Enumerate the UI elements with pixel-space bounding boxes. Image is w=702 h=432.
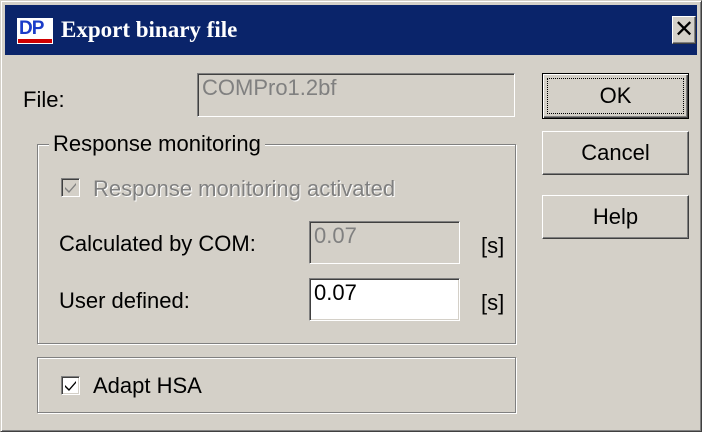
app-icon-label: DP: [19, 18, 44, 39]
checkmark-icon: [65, 381, 76, 391]
adapt-hsa-label: Adapt HSA: [93, 373, 202, 398]
cancel-button[interactable]: Cancel: [542, 131, 689, 175]
ok-button-label: OK: [599, 83, 632, 108]
adapt-hsa-checkbox[interactable]: [61, 376, 80, 395]
export-binary-file-dialog: DP Export binary file ✕ File: COMPro1.2b…: [0, 0, 702, 432]
response-monitoring-group-title: Response monitoring: [49, 131, 265, 157]
calculated-by-com-field: 0.07: [309, 221, 460, 264]
cancel-button-label: Cancel: [581, 140, 650, 165]
user-defined-label: User defined:: [59, 288, 190, 313]
title-bar[interactable]: DP Export binary file ✕: [5, 5, 697, 55]
ok-button[interactable]: OK: [542, 73, 689, 119]
help-button[interactable]: Help: [542, 195, 689, 239]
response-monitoring-activated-checkbox[interactable]: [61, 178, 80, 197]
calculated-by-com-label: Calculated by COM:: [59, 231, 256, 256]
response-monitoring-activated-label: Response monitoring activated: [93, 176, 396, 201]
app-icon: DP: [17, 18, 53, 44]
app-icon-underline: [18, 39, 52, 43]
file-label: File:: [23, 87, 65, 112]
user-defined-unit-label: [s]: [481, 290, 505, 315]
close-button[interactable]: ✕: [672, 16, 696, 44]
help-button-label: Help: [592, 204, 639, 229]
window-title: Export binary file: [61, 17, 238, 42]
file-field: COMPro1.2bf: [197, 73, 515, 117]
close-icon: ✕: [673, 15, 695, 43]
checkmark-icon: [65, 183, 76, 193]
user-defined-input[interactable]: 0.07: [309, 278, 460, 321]
calculated-unit-label: [s]: [481, 233, 505, 258]
